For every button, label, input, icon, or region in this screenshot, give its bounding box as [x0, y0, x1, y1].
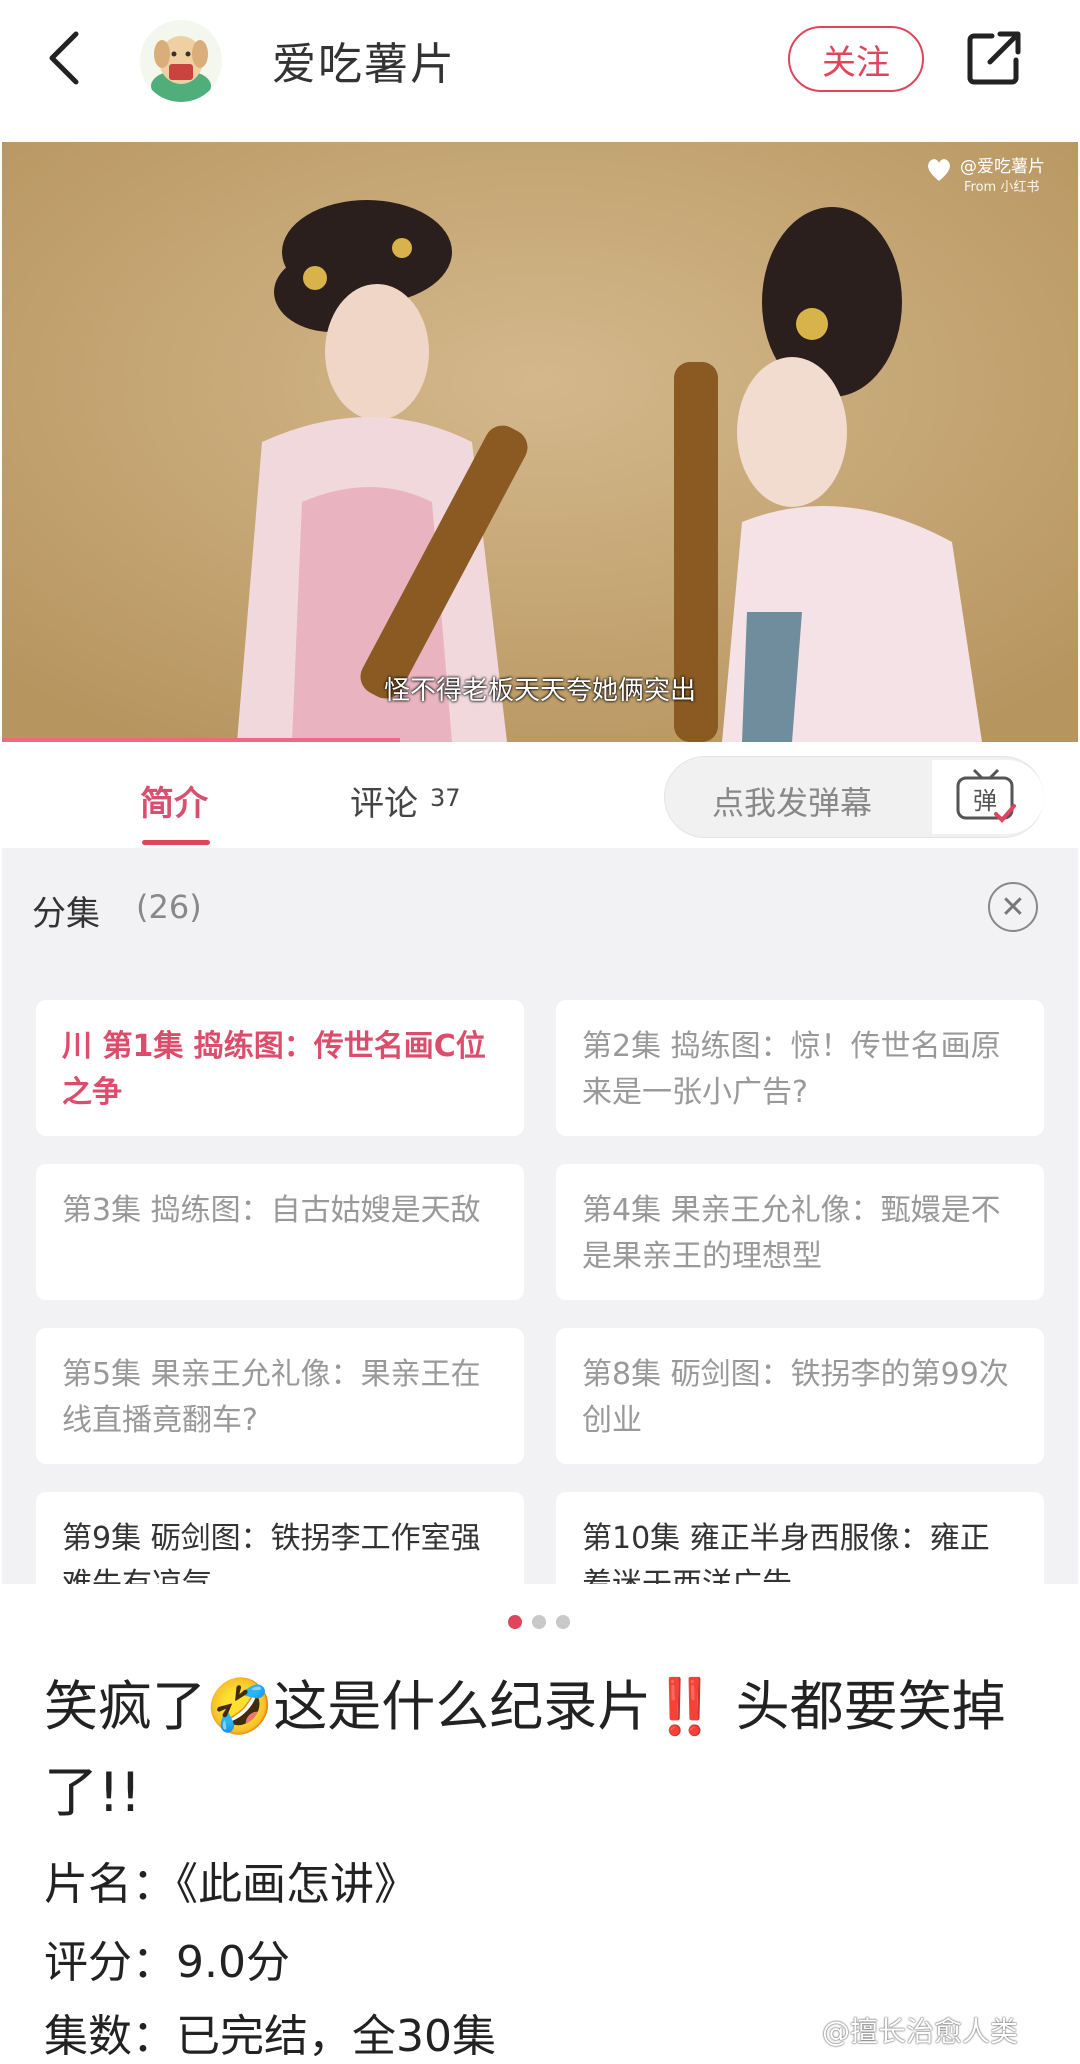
author-avatar[interactable] [140, 20, 222, 102]
post-show-name: 片名：《此画怎讲》 [44, 1859, 418, 1910]
post-score: 评分：9.0分 [44, 1937, 290, 1988]
episode-item[interactable]: 川 第1集 捣练图：传世名画C位之争 [36, 1000, 524, 1136]
episode-title: 第9集 砺剑图：铁拐李工作室强难失有凉气 [62, 1521, 481, 1584]
active-tab-indicator [142, 840, 210, 845]
episode-title: 第3集 捣练图：自古姑嫂是天敌 [62, 1193, 481, 1228]
episode-title: 第2集 捣练图：惊！传世名画原来是一张小广告? [582, 1029, 1001, 1110]
episode-item[interactable]: 第5集 果亲王允礼像：果亲王在线直播竟翻车? [36, 1328, 524, 1464]
double-exclamation-icon: ‼️ [651, 1675, 719, 1738]
carousel-dot[interactable] [556, 1615, 570, 1629]
video-subtitle: 怪不得老板天天夸她俩突出 [383, 676, 696, 706]
episode-title: 第4集 果亲王允礼像：甄嬛是不是果亲王的理想型 [582, 1193, 1001, 1274]
episode-title: 第1集 捣练图：传世名画C位之争 [62, 1029, 486, 1110]
tab-comments[interactable]: 评论 [350, 776, 418, 825]
carousel-dot[interactable] [532, 1615, 546, 1629]
post-title-text: 这是什么纪录片 [273, 1675, 652, 1738]
video-frame-image [2, 142, 1078, 742]
playing-icon: 川 [62, 1029, 92, 1064]
heart-logo-icon [928, 159, 950, 181]
weibo-watermark: @擅长治愈人类 [822, 2015, 1019, 2048]
tab-intro[interactable]: 简介 [140, 776, 208, 825]
top-bar: 爱吃薯片 关注 [0, 0, 1080, 140]
follow-button[interactable]: 关注 [788, 26, 924, 92]
danmaku-placeholder[interactable]: 点我发弹幕 [712, 778, 872, 824]
share-icon[interactable] [962, 26, 1026, 90]
post-title-text: 笑疯了 [44, 1675, 206, 1738]
carousel-dot[interactable] [508, 1615, 522, 1629]
post-episode-count: 集数：已完结，全30集 [44, 2011, 496, 2062]
close-icon[interactable]: ✕ [988, 882, 1038, 932]
episode-title: 第8集 砺剑图：铁拐李的第99次创业 [582, 1357, 1009, 1438]
back-arrow-icon[interactable] [40, 28, 90, 88]
author-name[interactable]: 爱吃薯片 [272, 28, 456, 92]
episode-panel-title: 分集 [32, 894, 100, 934]
video-player[interactable]: @爱吃薯片 From 小红书 怪不得老板天天夸她俩突出 [2, 142, 1078, 742]
episode-title: 第10集 雍正半身西服像：雍正着迷于西洋广告 [582, 1521, 990, 1584]
danmaku-tv-icon: 弹 [956, 768, 1016, 823]
episode-item[interactable]: 第10集 雍正半身西服像：雍正着迷于西洋广告 [556, 1492, 1044, 1584]
episode-title: 第5集 果亲王允礼像：果亲王在线直播竟翻车? [62, 1357, 481, 1438]
danmaku-button[interactable]: 弹 [932, 760, 1044, 834]
danmaku-icon-label: 弹 [973, 787, 997, 815]
video-watermark-source: From 小红书 [964, 180, 1040, 195]
dog-reading-icon [151, 36, 211, 102]
post-title: 笑疯了🤣这是什么纪录片‼️ 头都要笑掉了!! [44, 1664, 1044, 1836]
comments-count: 37 [430, 784, 461, 812]
laughing-emoji-icon: 🤣 [206, 1675, 274, 1738]
episode-item[interactable]: 第3集 捣练图：自古姑嫂是天敌 [36, 1164, 524, 1300]
episode-item[interactable]: 第8集 砺剑图：铁拐李的第99次创业 [556, 1328, 1044, 1464]
episode-item[interactable]: 第4集 果亲王允礼像：甄嬛是不是果亲王的理想型 [556, 1164, 1044, 1300]
episode-item[interactable]: 第2集 捣练图：惊！传世名画原来是一张小广告? [556, 1000, 1044, 1136]
episode-item[interactable]: 第9集 砺剑图：铁拐李工作室强难失有凉气 [36, 1492, 524, 1584]
episode-count: (26) [136, 888, 202, 926]
episode-panel: 分集 (26) ✕ 川 第1集 捣练图：传世名画C位之争 第2集 捣练图：惊！传… [2, 848, 1078, 1584]
video-watermark-name: @爱吃薯片 [960, 157, 1045, 177]
